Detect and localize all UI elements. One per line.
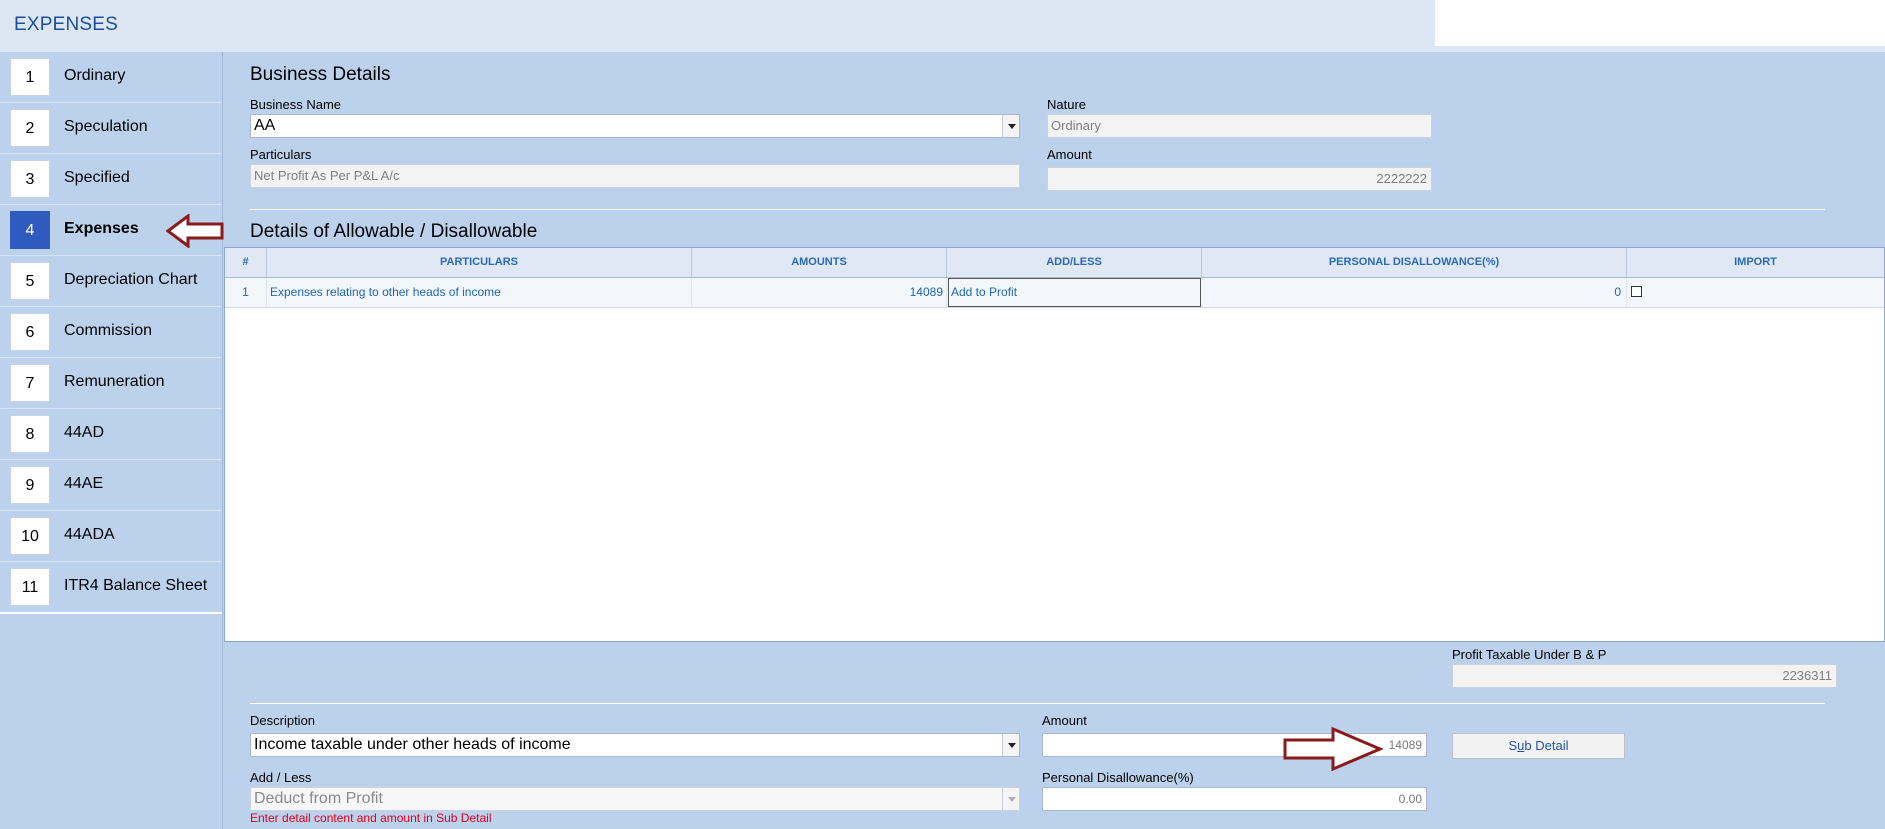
sidebar-item-number: 8	[10, 415, 50, 453]
sidebar-item-label: Commission	[64, 322, 153, 339]
sidebar-item-depreciation-chart[interactable]: 5 Depreciation Chart	[0, 256, 222, 307]
column-header-import[interactable]: IMPORT	[1627, 248, 1884, 277]
sidebar-item-label: Depreciation Chart	[64, 271, 198, 288]
nature-label: Nature	[1047, 97, 1087, 112]
sidebar-item-commission[interactable]: 6 Commission	[0, 307, 222, 358]
sidebar-item-44ad[interactable]: 8 44AD	[0, 409, 222, 460]
sidebar-divider	[0, 612, 222, 614]
import-checkbox[interactable]	[1631, 286, 1642, 297]
sidebar-item-number: 11	[10, 568, 50, 606]
table-row[interactable]: 1 Expenses relating to other heads of in…	[225, 278, 1884, 308]
sidebar-item-speculation[interactable]: 2 Speculation	[0, 103, 222, 154]
right-arrow-annotation-icon	[1283, 726, 1383, 772]
left-arrow-annotation-icon	[166, 214, 224, 248]
sidebar-item-label: Expenses	[64, 220, 139, 237]
business-name-label: Business Name	[250, 97, 342, 112]
column-header-particulars[interactable]: PARTICULARS	[267, 248, 692, 277]
sidebar-item-itr4-balance-sheet[interactable]: 11 ITR4 Balance Sheet	[0, 562, 222, 613]
chevron-down-icon[interactable]	[1002, 115, 1019, 137]
column-header-amounts[interactable]: AMOUNTS	[692, 248, 947, 277]
amount-cell[interactable]: 14089	[692, 278, 947, 307]
sidebar-item-label: Speculation	[64, 118, 148, 135]
sidebar-item-label: 44ADA	[64, 526, 115, 543]
business-name-value: AA	[254, 117, 276, 134]
grid-header: # PARTICULARS AMOUNTS ADD/LESS PERSONAL …	[225, 248, 1884, 278]
title-bar-blank-area	[1435, 0, 1885, 46]
personal-disallowance-input[interactable]: 0.00	[1042, 787, 1427, 811]
sub-detail-button[interactable]: Sub Detail	[1452, 733, 1625, 759]
error-message: Enter detail content and amount in Sub D…	[250, 811, 492, 825]
sidebar-item-label: ITR4 Balance Sheet	[64, 577, 208, 594]
section-divider	[250, 209, 1825, 210]
sidebar-item-number: 6	[10, 313, 50, 351]
amount-label: Amount	[1047, 147, 1092, 162]
sidebar-item-label: 44AE	[64, 475, 104, 492]
profit-taxable-field: 2236311	[1452, 664, 1837, 688]
editor-divider	[250, 703, 1825, 704]
window-title: EXPENSES	[14, 14, 119, 35]
sidebar-item-number: 3	[10, 160, 50, 198]
business-name-combo[interactable]: AA	[250, 114, 1020, 138]
profit-taxable-label: Profit Taxable Under B & P	[1452, 647, 1607, 662]
business-details-title: Business Details	[250, 64, 391, 85]
description-combo[interactable]: Income taxable under other heads of inco…	[250, 733, 1020, 757]
editor-amount-label: Amount	[1042, 713, 1087, 728]
column-header-add-less[interactable]: ADD/LESS	[947, 248, 1202, 277]
import-cell[interactable]	[1627, 278, 1884, 307]
sidebar-item-number: 1	[10, 58, 50, 96]
personal-disallowance-cell[interactable]: 0	[1202, 278, 1627, 307]
row-number-cell[interactable]: 1	[225, 278, 267, 307]
chevron-down-icon[interactable]	[1002, 734, 1019, 756]
description-label: Description	[250, 713, 316, 728]
sidebar-item-number: 10	[10, 517, 50, 555]
sidebar-item-number: 9	[10, 466, 50, 504]
description-value: Income taxable under other heads of inco…	[254, 736, 571, 753]
sidebar-item-number: 2	[10, 109, 50, 147]
personal-disallowance-label: Personal Disallowance(%)	[1042, 770, 1194, 785]
sidebar-item-specified[interactable]: 3 Specified	[0, 154, 222, 205]
sidebar-item-number: 4	[10, 211, 50, 249]
sidebar-item-label: Ordinary	[64, 67, 126, 84]
details-grid: # PARTICULARS AMOUNTS ADD/LESS PERSONAL …	[224, 247, 1885, 642]
column-header-number[interactable]: #	[225, 248, 267, 277]
particulars-cell[interactable]: Expenses relating to other heads of inco…	[267, 278, 692, 307]
particulars-label: Particulars	[250, 147, 312, 162]
nature-field: Ordinary	[1047, 114, 1432, 138]
chevron-down-icon[interactable]	[1002, 788, 1019, 810]
details-title: Details of Allowable / Disallowable	[250, 221, 538, 242]
add-less-label: Add / Less	[250, 770, 312, 785]
sidebar-item-number: 5	[10, 262, 50, 300]
sidebar-item-remuneration[interactable]: 7 Remuneration	[0, 358, 222, 409]
sidebar-item-label: 44AD	[64, 424, 105, 441]
sidebar-item-44ada[interactable]: 10 44ADA	[0, 511, 222, 562]
title-bar: EXPENSES	[0, 0, 1885, 52]
sidebar: 1 Ordinary 2 Speculation 3 Specified 4 E…	[0, 52, 223, 829]
sidebar-item-44ae[interactable]: 9 44AE	[0, 460, 222, 511]
sidebar-item-number: 7	[10, 364, 50, 402]
sidebar-item-label: Specified	[64, 169, 130, 186]
add-less-cell[interactable]: Add to Profit	[948, 278, 1201, 307]
column-header-personal-disallowance[interactable]: PERSONAL DISALLOWANCE(%)	[1202, 248, 1627, 277]
particulars-field: Net Profit As Per P&L A/c	[250, 164, 1020, 188]
add-less-value: Deduct from Profit	[254, 790, 383, 807]
add-less-combo[interactable]: Deduct from Profit	[250, 787, 1020, 811]
amount-field: 2222222	[1047, 167, 1432, 191]
sidebar-item-label: Remuneration	[64, 373, 165, 390]
sidebar-item-ordinary[interactable]: 1 Ordinary	[0, 52, 222, 103]
